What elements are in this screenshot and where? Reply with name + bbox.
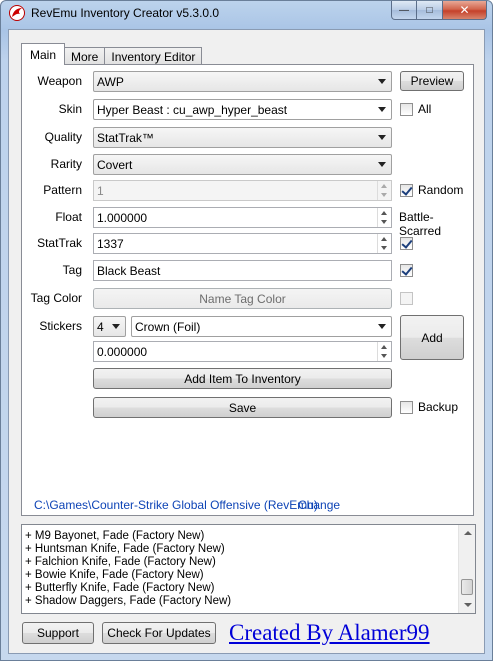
list-item[interactable]: + Bowie Knife, Fade (Factory New) — [25, 569, 231, 582]
preview-button[interactable]: Preview — [400, 71, 464, 91]
spin-buttons[interactable] — [377, 181, 391, 200]
list-item[interactable]: + Shadow Daggers, Fade (Factory New) — [25, 595, 231, 608]
tag-color-checkbox[interactable] — [400, 292, 413, 305]
scroll-thumb[interactable] — [461, 579, 473, 595]
app-logo-icon — [9, 5, 25, 21]
spin-up-icon — [381, 184, 387, 188]
rarity-select[interactable]: Covert — [93, 154, 392, 175]
maximize-icon: □ — [426, 4, 433, 16]
list-item[interactable]: + Huntsman Knife, Fade (Factory New) — [25, 543, 231, 556]
change-path-link[interactable]: Change — [298, 498, 340, 512]
stattrak-value: 1337 — [97, 237, 124, 251]
chevron-down-icon — [378, 162, 386, 167]
list-item[interactable]: + Butterfly Knife, Fade (Factory New) — [25, 582, 231, 595]
spin-down-icon — [381, 354, 387, 358]
scroll-up-icon[interactable] — [464, 531, 472, 535]
chevron-down-icon — [378, 324, 386, 329]
spin-up-icon — [381, 237, 387, 241]
chevron-down-icon — [112, 324, 120, 329]
all-skins-checkbox[interactable] — [400, 103, 413, 116]
skin-select[interactable]: Hyper Beast : cu_awp_hyper_beast — [93, 99, 392, 120]
minimize-button[interactable]: — — [391, 1, 417, 20]
sticker-slot-select[interactable]: 4 — [93, 316, 126, 337]
float-spinner[interactable]: 1.000000 — [93, 207, 392, 228]
spin-buttons[interactable] — [377, 208, 391, 227]
close-button[interactable]: ✕ — [443, 1, 487, 20]
list-item[interactable]: + M9 Bayonet, Fade (Factory New) — [25, 530, 231, 543]
sticker-wear-value: 0.000000 — [97, 345, 148, 359]
spin-buttons[interactable] — [377, 234, 391, 253]
skin-label: Skin — [58, 102, 82, 116]
support-button[interactable]: Support — [22, 622, 94, 644]
all-skins-label: All — [418, 102, 432, 116]
maximize-button[interactable]: □ — [417, 1, 443, 20]
client-area: Main More Inventory Editor Weapon AWP Pr… — [8, 29, 485, 654]
stattrak-spinner[interactable]: 1337 — [93, 233, 392, 254]
quality-label: Quality — [44, 130, 82, 144]
float-label: Float — [55, 210, 82, 224]
spin-down-icon — [381, 193, 387, 197]
skin-value: Hyper Beast : cu_awp_hyper_beast — [97, 102, 288, 117]
rarity-value: Covert — [97, 157, 133, 172]
inventory-list[interactable]: + M9 Bayonet, Fade (Factory New) + Huntsm… — [21, 524, 476, 614]
app-window: RevEmu Inventory Creator v5.3.0.0 — □ ✕ … — [0, 0, 493, 661]
pattern-label: Pattern — [43, 183, 82, 197]
tag-checkbox[interactable] — [400, 264, 413, 277]
stattrak-label: StatTrak — [37, 236, 82, 250]
main-tab-panel: Weapon AWP Preview Skin Hyper Beast : cu… — [21, 64, 474, 516]
spin-down-icon — [381, 246, 387, 250]
weapon-value: AWP — [97, 74, 124, 89]
stattrak-checkbox[interactable] — [400, 237, 413, 250]
spin-buttons[interactable] — [377, 342, 391, 361]
stickers-label: Stickers — [39, 319, 82, 333]
check-updates-button[interactable]: Check For Updates — [102, 622, 216, 644]
rarity-label: Rarity — [50, 157, 82, 171]
tag-label: Tag — [62, 263, 82, 277]
tab-main[interactable]: Main — [21, 43, 66, 65]
pattern-value: 1 — [97, 184, 104, 198]
add-sticker-button[interactable]: Add — [400, 315, 464, 360]
list-item[interactable]: + Falchion Knife, Fade (Factory New) — [25, 556, 231, 569]
list-scrollbar[interactable] — [458, 525, 475, 613]
game-path-link[interactable]: C:\Games\Counter-Strike Global Offensive… — [34, 498, 318, 512]
spin-up-icon — [381, 211, 387, 215]
name-tag-color-button[interactable]: Name Tag Color — [93, 288, 392, 309]
sticker-wear-spinner[interactable]: 0.000000 — [93, 341, 392, 362]
quality-value: StatTrak™ — [97, 130, 154, 145]
tag-value: Black Beast — [97, 263, 161, 278]
chevron-down-icon — [378, 79, 386, 84]
tag-input[interactable]: Black Beast — [93, 260, 392, 281]
add-item-button[interactable]: Add Item To Inventory — [93, 368, 392, 389]
weapon-label: Weapon — [37, 74, 82, 88]
minimize-icon: — — [399, 4, 409, 16]
scroll-down-icon[interactable] — [464, 603, 472, 607]
chevron-down-icon — [378, 107, 386, 112]
wear-label: Battle-Scarred — [399, 210, 442, 238]
backup-label: Backup — [418, 400, 459, 414]
close-icon: ✕ — [459, 3, 470, 17]
weapon-select[interactable]: AWP — [93, 71, 392, 92]
spin-up-icon — [381, 345, 387, 349]
tab-more[interactable]: More — [64, 47, 106, 65]
pattern-spinner[interactable]: 1 — [93, 180, 392, 201]
tab-inventory-editor[interactable]: Inventory Editor — [104, 47, 203, 65]
quality-select[interactable]: StatTrak™ — [93, 127, 392, 148]
inventory-items: + M9 Bayonet, Fade (Factory New) + Huntsm… — [25, 530, 231, 608]
tag-color-label: Tag Color — [30, 291, 82, 305]
chevron-down-icon — [378, 135, 386, 140]
backup-checkbox[interactable] — [400, 401, 413, 414]
float-value: 1.000000 — [97, 211, 148, 225]
credit-link[interactable]: Created By Alamer99 — [229, 620, 430, 646]
window-title: RevEmu Inventory Creator v5.3.0.0 — [31, 6, 220, 20]
save-button[interactable]: Save — [93, 397, 392, 418]
random-pattern-label: Random — [418, 183, 464, 197]
sticker-select[interactable]: Crown (Foil) — [131, 316, 392, 337]
random-pattern-checkbox[interactable] — [400, 184, 413, 197]
title-bar[interactable]: RevEmu Inventory Creator v5.3.0.0 — □ ✕ — [1, 1, 492, 27]
sticker-slot-value: 4 — [97, 319, 104, 334]
sticker-value: Crown (Foil) — [135, 319, 201, 334]
spin-down-icon — [381, 220, 387, 224]
tab-strip: Main More Inventory Editor — [21, 43, 203, 65]
